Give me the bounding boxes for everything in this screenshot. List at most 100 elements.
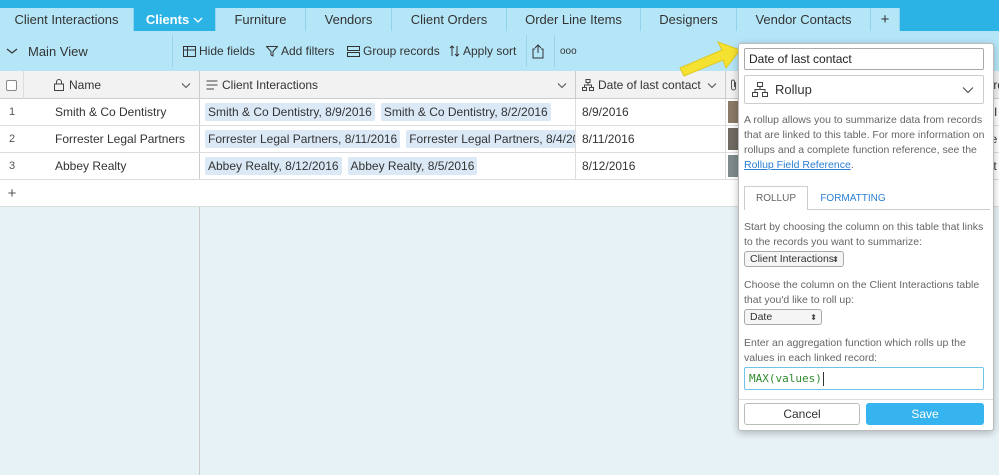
chevron-down-icon[interactable] (707, 82, 717, 89)
tab-label: Vendors (324, 12, 373, 27)
client-interactions-cell[interactable]: Abbey Realty, 8/12/2016 Abbey Realty, 8/… (200, 153, 576, 179)
column-title: Client Interactions (222, 78, 319, 92)
row-number: 2 (8, 133, 16, 145)
select-value: Client Interactions (750, 253, 835, 265)
name-cell[interactable]: Abbey Realty (24, 153, 200, 179)
plus-icon: + (880, 11, 890, 28)
tab-vendor-contacts[interactable]: Vendor Contacts (737, 8, 871, 31)
chevron-down-icon (962, 86, 974, 93)
chevron-down-icon (6, 48, 18, 54)
more-icon: ooo (560, 45, 577, 57)
footer-divider (739, 399, 993, 400)
add-filters-button[interactable]: Add filters (266, 31, 334, 71)
date-cell[interactable]: 8/9/2016 (576, 99, 726, 125)
linked-record-chip[interactable]: Smith & Co Dentistry, 8/2/2016 (380, 103, 551, 121)
frozen-column-divider (199, 207, 200, 475)
tab-clients[interactable]: Clients (134, 8, 216, 31)
share-button[interactable] (532, 31, 544, 71)
attachment-thumbnail[interactable] (728, 155, 738, 177)
tab-label: Client Interactions (14, 12, 119, 27)
hide-fields-label: Hide fields (199, 44, 256, 58)
tab-label: Clients (145, 12, 190, 27)
tab-label: Order Line Items (525, 12, 622, 27)
row-number: 1 (8, 106, 16, 118)
divider (526, 35, 527, 67)
column-title: Name (69, 78, 102, 92)
group-records-button[interactable]: Group records (347, 31, 440, 71)
view-name: Main View (28, 43, 88, 59)
apply-sort-label: Apply sort (463, 44, 517, 58)
formula-input[interactable]: MAX(values) (744, 367, 984, 390)
description-text: A rollup allows you to summarize data fr… (744, 114, 985, 156)
apply-sort-button[interactable]: Apply sort (449, 31, 516, 71)
share-icon (532, 43, 544, 58)
more-options-button[interactable]: ooo (560, 31, 577, 71)
linked-record-chip[interactable]: Abbey Realty, 8/5/2016 (347, 157, 478, 175)
step1-instructions: Start by choosing the column on this tab… (744, 221, 984, 248)
add-table-button[interactable]: + (871, 8, 900, 31)
checkbox[interactable] (6, 79, 17, 91)
field-name-input[interactable]: Date of last contact (744, 48, 984, 70)
divider (554, 35, 555, 67)
tab-vendors[interactable]: Vendors (306, 8, 392, 31)
text-cursor (822, 371, 824, 386)
attachment-thumbnail[interactable] (728, 101, 738, 123)
attachment-thumbnail[interactable] (728, 128, 738, 150)
date-cell[interactable]: 8/11/2016 (576, 126, 726, 152)
chevron-down-icon[interactable] (181, 82, 191, 89)
select-all-checkbox[interactable] (0, 71, 24, 99)
add-filters-label: Add filters (281, 44, 335, 58)
tab-label: Client Orders (410, 12, 488, 27)
client-interactions-cell[interactable]: Forrester Legal Partners, 8/11/2016 Forr… (200, 126, 576, 152)
tab-label: Designers (659, 12, 718, 27)
formula-text: MAX(values) (749, 372, 822, 385)
linked-record-chip[interactable]: Smith & Co Dentistry, 8/9/2016 (205, 103, 375, 121)
chevron-down-icon[interactable] (557, 82, 567, 89)
save-button[interactable]: Save (866, 403, 984, 425)
link-column-select[interactable]: Client Interactions ⬍ (744, 251, 844, 267)
select-arrows-icon: ⬍ (832, 254, 839, 264)
sort-icon (449, 45, 460, 57)
field-type-dropdown[interactable]: Rollup (744, 75, 984, 104)
field-config-panel: Date of last contact Rollup A rollup all… (738, 43, 994, 431)
name-cell[interactable]: Smith & Co Dentistry (24, 99, 200, 125)
tab-label: Furniture (234, 12, 287, 27)
cancel-button[interactable]: Cancel (744, 403, 860, 425)
add-record-button[interactable]: + (0, 180, 24, 206)
select-value: Date (750, 311, 773, 323)
tab-rollup[interactable]: ROLLUP (744, 186, 808, 210)
rollup-description: A rollup allows you to summarize data fr… (744, 114, 985, 171)
linked-record-chip[interactable]: Forrester Legal Partners, 8/4/2016 (406, 130, 575, 148)
rollup-column-select[interactable]: Date ⬍ (744, 309, 822, 325)
chevron-down-icon[interactable] (193, 16, 203, 24)
divider (172, 35, 173, 67)
row-number: 3 (8, 160, 16, 172)
step2-instructions: Choose the column on the Client Interact… (744, 279, 980, 306)
tab-label: Vendor Contacts (755, 12, 852, 27)
tab-client-interactions[interactable]: Client Interactions (0, 8, 134, 31)
name-cell[interactable]: Forrester Legal Partners (24, 126, 200, 152)
group-records-label: Group records (363, 44, 440, 58)
view-switcher[interactable]: Main View (6, 31, 88, 71)
client-interactions-cell[interactable]: Smith & Co Dentistry, 8/9/2016 Smith & C… (200, 99, 576, 125)
tab-client-orders[interactable]: Client Orders (392, 8, 507, 31)
linked-record-chip[interactable]: Forrester Legal Partners, 8/11/2016 (205, 130, 401, 148)
tab-order-line-items[interactable]: Order Line Items (507, 8, 641, 31)
paperclip-icon (731, 79, 736, 91)
field-type-label: Rollup (775, 82, 812, 97)
hide-fields-button[interactable]: Hide fields (183, 31, 255, 71)
column-title: Date of last contact (598, 78, 701, 92)
tab-divider (808, 209, 990, 210)
linked-record-icon (206, 80, 218, 90)
yellow-arrow-icon (679, 41, 741, 77)
grid-icon (183, 45, 196, 57)
column-header-client-interactions[interactable]: Client Interactions (200, 71, 576, 99)
column-header-name[interactable]: Name (24, 71, 200, 99)
tab-furniture[interactable]: Furniture (216, 8, 306, 31)
linked-record-chip[interactable]: Abbey Realty, 8/12/2016 (205, 157, 342, 175)
rollup-reference-link[interactable]: Rollup Field Reference (744, 159, 851, 171)
lock-icon (54, 79, 64, 91)
step3-instructions: Enter an aggregation function which roll… (744, 337, 966, 364)
date-cell[interactable]: 8/12/2016 (576, 153, 726, 179)
tab-formatting[interactable]: FORMATTING (808, 186, 898, 210)
